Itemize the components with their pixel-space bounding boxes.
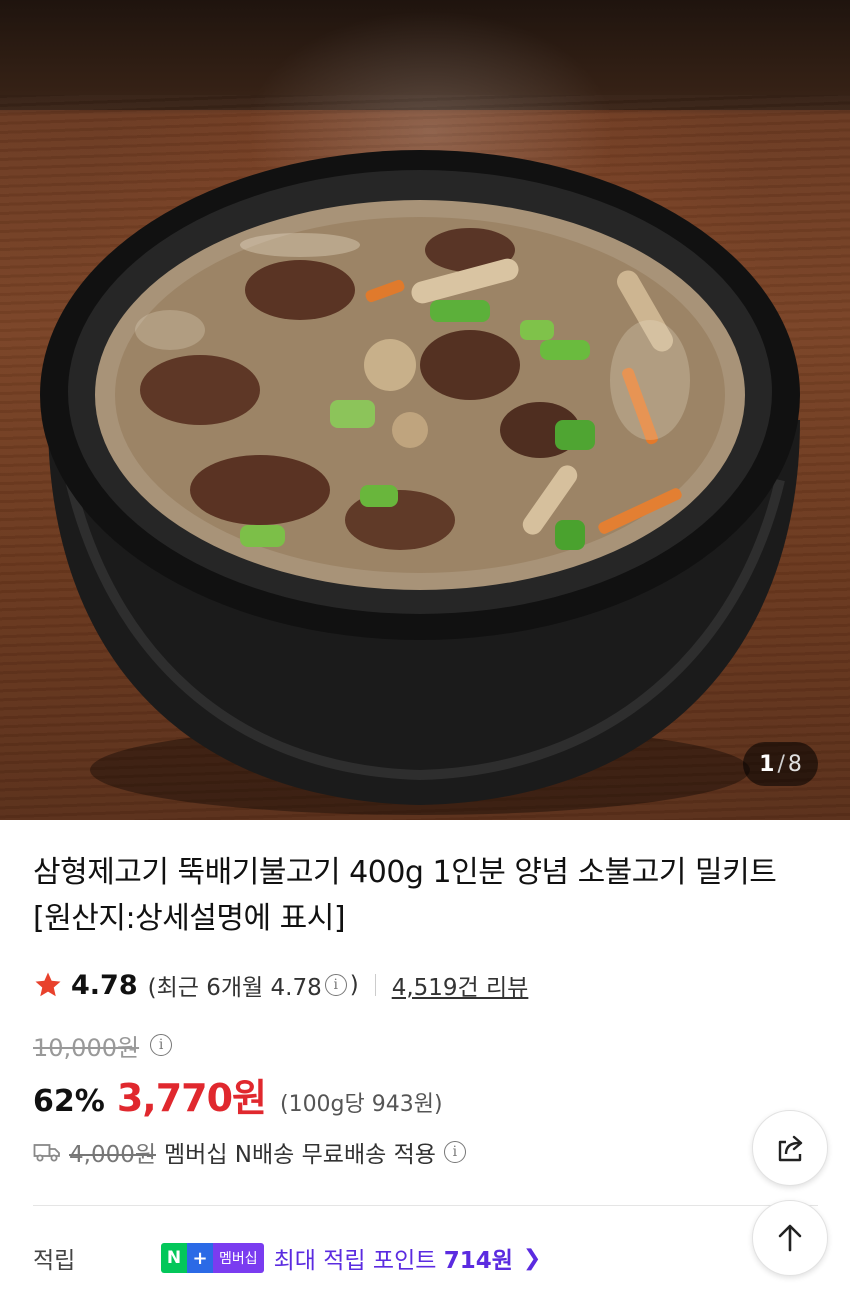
product-title: 삼형제고기 뚝배기불고기 400g 1인분 양념 소불고기 밀키트 [원산지:상… bbox=[33, 855, 777, 936]
recent-rating-suffix: ) bbox=[349, 972, 359, 998]
original-price-row: 10,000원 i bbox=[33, 1025, 175, 1065]
sale-price: 3,770원 bbox=[116, 1076, 267, 1120]
badge-plus: + bbox=[187, 1243, 213, 1273]
review-count-link[interactable]: 4,519건 리뷰 bbox=[392, 968, 529, 1002]
counter-separator: / bbox=[777, 751, 785, 777]
current-image-index: 1 bbox=[759, 751, 775, 777]
points-text: 최대 적립 포인트 714원 bbox=[274, 1241, 513, 1275]
share-button[interactable] bbox=[752, 1110, 828, 1186]
section-divider bbox=[33, 1205, 818, 1206]
shipping-note: 멤버십 N배송 무료배송 적용 bbox=[164, 1142, 436, 1168]
original-shipping-fee: 4,000원 bbox=[69, 1142, 157, 1168]
info-icon[interactable]: i bbox=[324, 974, 347, 996]
product-detail-page: 1 / 8 삼형제고기 뚝배기불고기 400g 1인분 양념 소불고기 밀키트 … bbox=[0, 0, 850, 1315]
unit-price: (100g당 943원) bbox=[279, 1092, 443, 1117]
original-price: 10,000원 bbox=[33, 1033, 140, 1062]
star-icon bbox=[35, 972, 61, 997]
discount-rate: 62% bbox=[33, 1084, 105, 1119]
product-image[interactable]: 1 / 8 bbox=[0, 0, 850, 820]
shipping-row: 4,000원 멤버십 N배송 무료배송 적용 i bbox=[33, 1132, 469, 1172]
rating-value: 4.78 bbox=[71, 969, 138, 1001]
sale-price-row: 62% 3,770원 (100g당 943원) bbox=[33, 1067, 443, 1120]
truck-icon bbox=[33, 1144, 60, 1162]
recent-rating-prefix: (최근 6개월 4.78 bbox=[147, 975, 322, 1001]
shipping-info-icon[interactable]: i bbox=[443, 1141, 466, 1163]
image-counter: 1 / 8 bbox=[743, 742, 818, 786]
price-info-icon[interactable]: i bbox=[150, 1034, 173, 1056]
bulgogi-bowl-illustration bbox=[40, 150, 800, 815]
badge-membership: 멤버십 bbox=[213, 1243, 264, 1273]
points-label: 적립 bbox=[33, 1248, 76, 1274]
naver-plus-membership-badge: N + 멤버십 bbox=[161, 1243, 264, 1273]
badge-n: N bbox=[161, 1243, 187, 1273]
divider bbox=[374, 974, 376, 996]
chevron-right-icon: ❯ bbox=[522, 1245, 542, 1271]
points-amount: 714원 bbox=[443, 1248, 513, 1274]
arrow-up-icon bbox=[778, 1224, 802, 1252]
rating-row: 4.78 (최근 6개월 4.78 i ) 4,519건 리뷰 bbox=[33, 965, 528, 1005]
points-row[interactable]: 적립 N + 멤버십 최대 적립 포인트 714원 ❯ bbox=[33, 1236, 733, 1280]
scroll-to-top-button[interactable] bbox=[752, 1200, 828, 1276]
points-text-prefix: 최대 적립 포인트 bbox=[273, 1248, 444, 1274]
share-icon bbox=[778, 1135, 803, 1162]
total-image-count: 8 bbox=[787, 751, 802, 777]
